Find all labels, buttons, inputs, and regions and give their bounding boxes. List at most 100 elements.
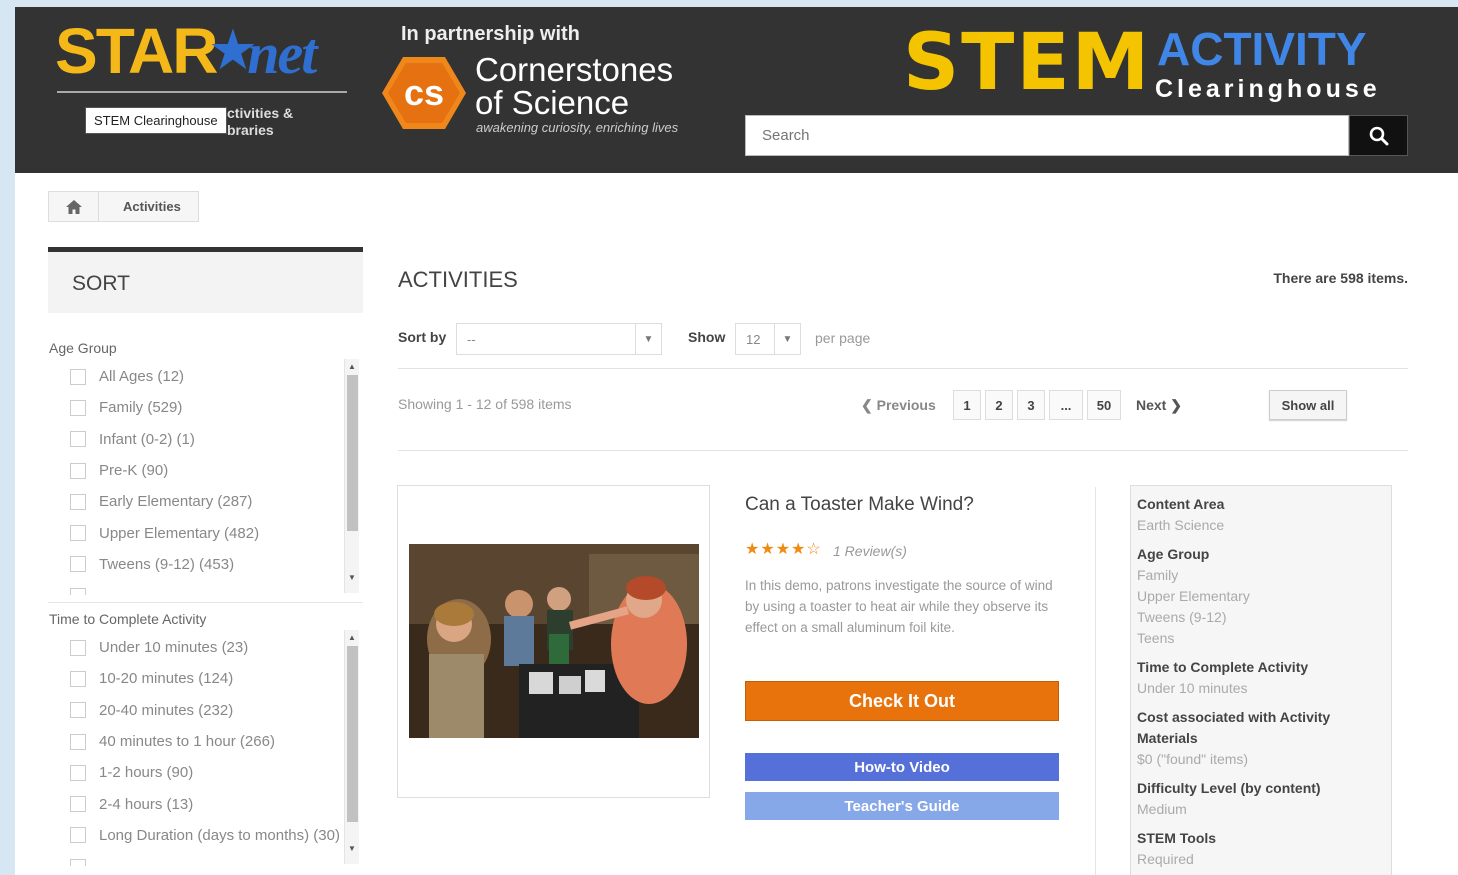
facet-item[interactable]: 10-20 minutes (124) xyxy=(48,663,344,694)
showing-count: Showing 1 - 12 of 598 items xyxy=(398,396,572,412)
breadcrumb: Activities xyxy=(48,191,199,222)
checkbox[interactable] xyxy=(70,796,86,813)
review-count-link[interactable]: 1 Review(s) xyxy=(833,543,907,559)
facet-item[interactable]: 2-4 hours (13) xyxy=(48,788,344,819)
starnet-logo[interactable]: STAR★net xyxy=(55,19,317,88)
facet-item[interactable]: Family (529) xyxy=(48,392,344,423)
scroll-thumb[interactable] xyxy=(347,375,358,531)
divider xyxy=(1095,487,1096,875)
checkbox[interactable] xyxy=(70,764,86,781)
cornerstones-hexagon-icon: cs xyxy=(382,57,466,129)
checkbox[interactable] xyxy=(70,556,86,573)
divider xyxy=(48,602,363,603)
facet-item[interactable]: Tweens (9-12) (453) xyxy=(48,549,344,580)
divider xyxy=(398,450,1408,451)
logo-subtitle: ctivities & braries xyxy=(227,105,294,138)
breadcrumb-activities: Activities xyxy=(123,199,181,214)
logo-star-text: STAR xyxy=(55,15,218,87)
checkbox[interactable] xyxy=(70,462,86,479)
page-title: ACTIVITIES xyxy=(398,267,518,292)
time-scrollbar[interactable]: ▲ ▼ xyxy=(344,630,359,864)
checkbox[interactable] xyxy=(70,368,86,385)
product-description: In this demo, patrons investigate the so… xyxy=(745,578,1053,635)
attribute-cost: Cost associated with Activity Materials … xyxy=(1137,709,1331,767)
checkbox[interactable] xyxy=(70,399,86,416)
attribute-age-group: Age Group Family Upper Elementary Tweens… xyxy=(1137,546,1250,646)
facet-item[interactable]: Infant (0-2) (1) xyxy=(48,424,344,455)
page: STAR★net ctivities & braries STEM Cleari… xyxy=(15,7,1458,875)
divider xyxy=(398,368,1408,369)
facet-list-age-group: All Ages (12) Family (529) Infant (0-2) … xyxy=(48,361,344,595)
per-page-label: per page xyxy=(815,330,871,346)
checkbox[interactable] xyxy=(70,733,86,750)
partnership-label: In partnership with xyxy=(401,23,580,45)
scroll-up-icon[interactable]: ▲ xyxy=(348,362,356,371)
facet-item[interactable]: 1-2 hours (90) xyxy=(48,757,344,788)
product-title[interactable]: Can a Toaster Make Wind? xyxy=(745,494,974,516)
facet-item[interactable] xyxy=(48,851,344,866)
search-icon xyxy=(1369,126,1388,145)
page-button-3[interactable]: 3 xyxy=(1017,390,1045,420)
attribute-difficulty: Difficulty Level (by content) Medium xyxy=(1137,780,1321,817)
scroll-down-icon[interactable]: ▼ xyxy=(348,844,356,853)
page-button-50[interactable]: 50 xyxy=(1087,390,1121,420)
facet-item[interactable]: Upper Elementary (482) xyxy=(48,517,344,548)
facet-item[interactable]: 20-40 minutes (232) xyxy=(48,695,344,726)
facet-title-age-group: Age Group xyxy=(49,340,117,356)
next-page-link[interactable]: Next ❯ xyxy=(1136,397,1182,414)
stem-logo[interactable]: STEM xyxy=(903,21,1151,105)
teachers-guide-button[interactable]: Teacher's Guide xyxy=(745,792,1059,820)
home-icon xyxy=(65,199,82,214)
checkbox[interactable] xyxy=(70,670,86,687)
facet-item[interactable]: Under 10 minutes (23) xyxy=(48,632,344,663)
attribute-time: Time to Complete Activity Under 10 minut… xyxy=(1137,659,1309,696)
cornerstones-name[interactable]: Cornerstones of Science xyxy=(475,53,673,119)
sort-title: SORT xyxy=(72,272,130,295)
page-button-2[interactable]: 2 xyxy=(985,390,1013,420)
facet-item[interactable]: All Ages (12) xyxy=(48,361,344,392)
show-all-button[interactable]: Show all xyxy=(1269,390,1347,420)
checkbox[interactable] xyxy=(70,702,86,719)
search-button[interactable] xyxy=(1349,115,1408,156)
how-to-video-button[interactable]: How-to Video xyxy=(745,753,1059,781)
attribute-stem-tools: STEM Tools Required xyxy=(1137,830,1217,867)
scroll-thumb[interactable] xyxy=(347,646,358,822)
checkbox[interactable] xyxy=(70,493,86,510)
search-input[interactable] xyxy=(745,115,1349,156)
logo-underline xyxy=(57,91,347,93)
facet-item[interactable]: Pre-K (90) xyxy=(48,455,344,486)
page-button-1[interactable]: 1 xyxy=(953,390,981,420)
previous-page-link[interactable]: ❮ Previous xyxy=(861,397,936,414)
show-count-select[interactable]: 12 ▼ xyxy=(735,323,801,355)
product-photo[interactable] xyxy=(409,544,699,738)
check-it-out-button[interactable]: Check It Out xyxy=(745,681,1059,721)
star-rating-icon: ★★★★☆ xyxy=(745,541,822,558)
chevron-down-icon: ▼ xyxy=(774,324,800,354)
items-count: There are 598 items. xyxy=(1273,270,1408,286)
cornerstones-tagline: awakening curiosity, enriching lives xyxy=(476,120,679,135)
facet-item[interactable]: Early Elementary (287) xyxy=(48,486,344,517)
facet-item[interactable]: 40 minutes to 1 hour (266) xyxy=(48,726,344,757)
facet-item[interactable]: Long Duration (days to months) (30) xyxy=(48,820,344,851)
checkbox[interactable] xyxy=(70,587,86,595)
checkbox[interactable] xyxy=(70,639,86,656)
checkbox[interactable] xyxy=(70,525,86,542)
star-icon: ★ xyxy=(210,22,255,78)
chevron-right-icon: ❯ xyxy=(1170,397,1182,413)
checkbox[interactable] xyxy=(70,858,86,866)
sort-panel: SORT xyxy=(48,247,363,313)
product-image-frame[interactable] xyxy=(397,485,710,798)
page-ellipsis: ... xyxy=(1049,390,1083,420)
checkbox[interactable] xyxy=(70,827,86,844)
tooltip: STEM Clearinghouse xyxy=(85,107,227,134)
sort-by-select[interactable]: -- ▼ xyxy=(456,323,662,355)
checkbox[interactable] xyxy=(70,431,86,448)
facet-item[interactable] xyxy=(48,580,344,595)
scroll-up-icon[interactable]: ▲ xyxy=(348,633,356,642)
logo-net-text: net xyxy=(247,21,317,86)
breadcrumb-home[interactable] xyxy=(49,192,99,221)
facet-list-time: Under 10 minutes (23) 10-20 minutes (124… xyxy=(48,632,344,866)
age-group-scrollbar[interactable]: ▲ ▼ xyxy=(344,359,359,593)
chevron-down-icon: ▼ xyxy=(635,324,661,354)
scroll-down-icon[interactable]: ▼ xyxy=(348,573,356,582)
